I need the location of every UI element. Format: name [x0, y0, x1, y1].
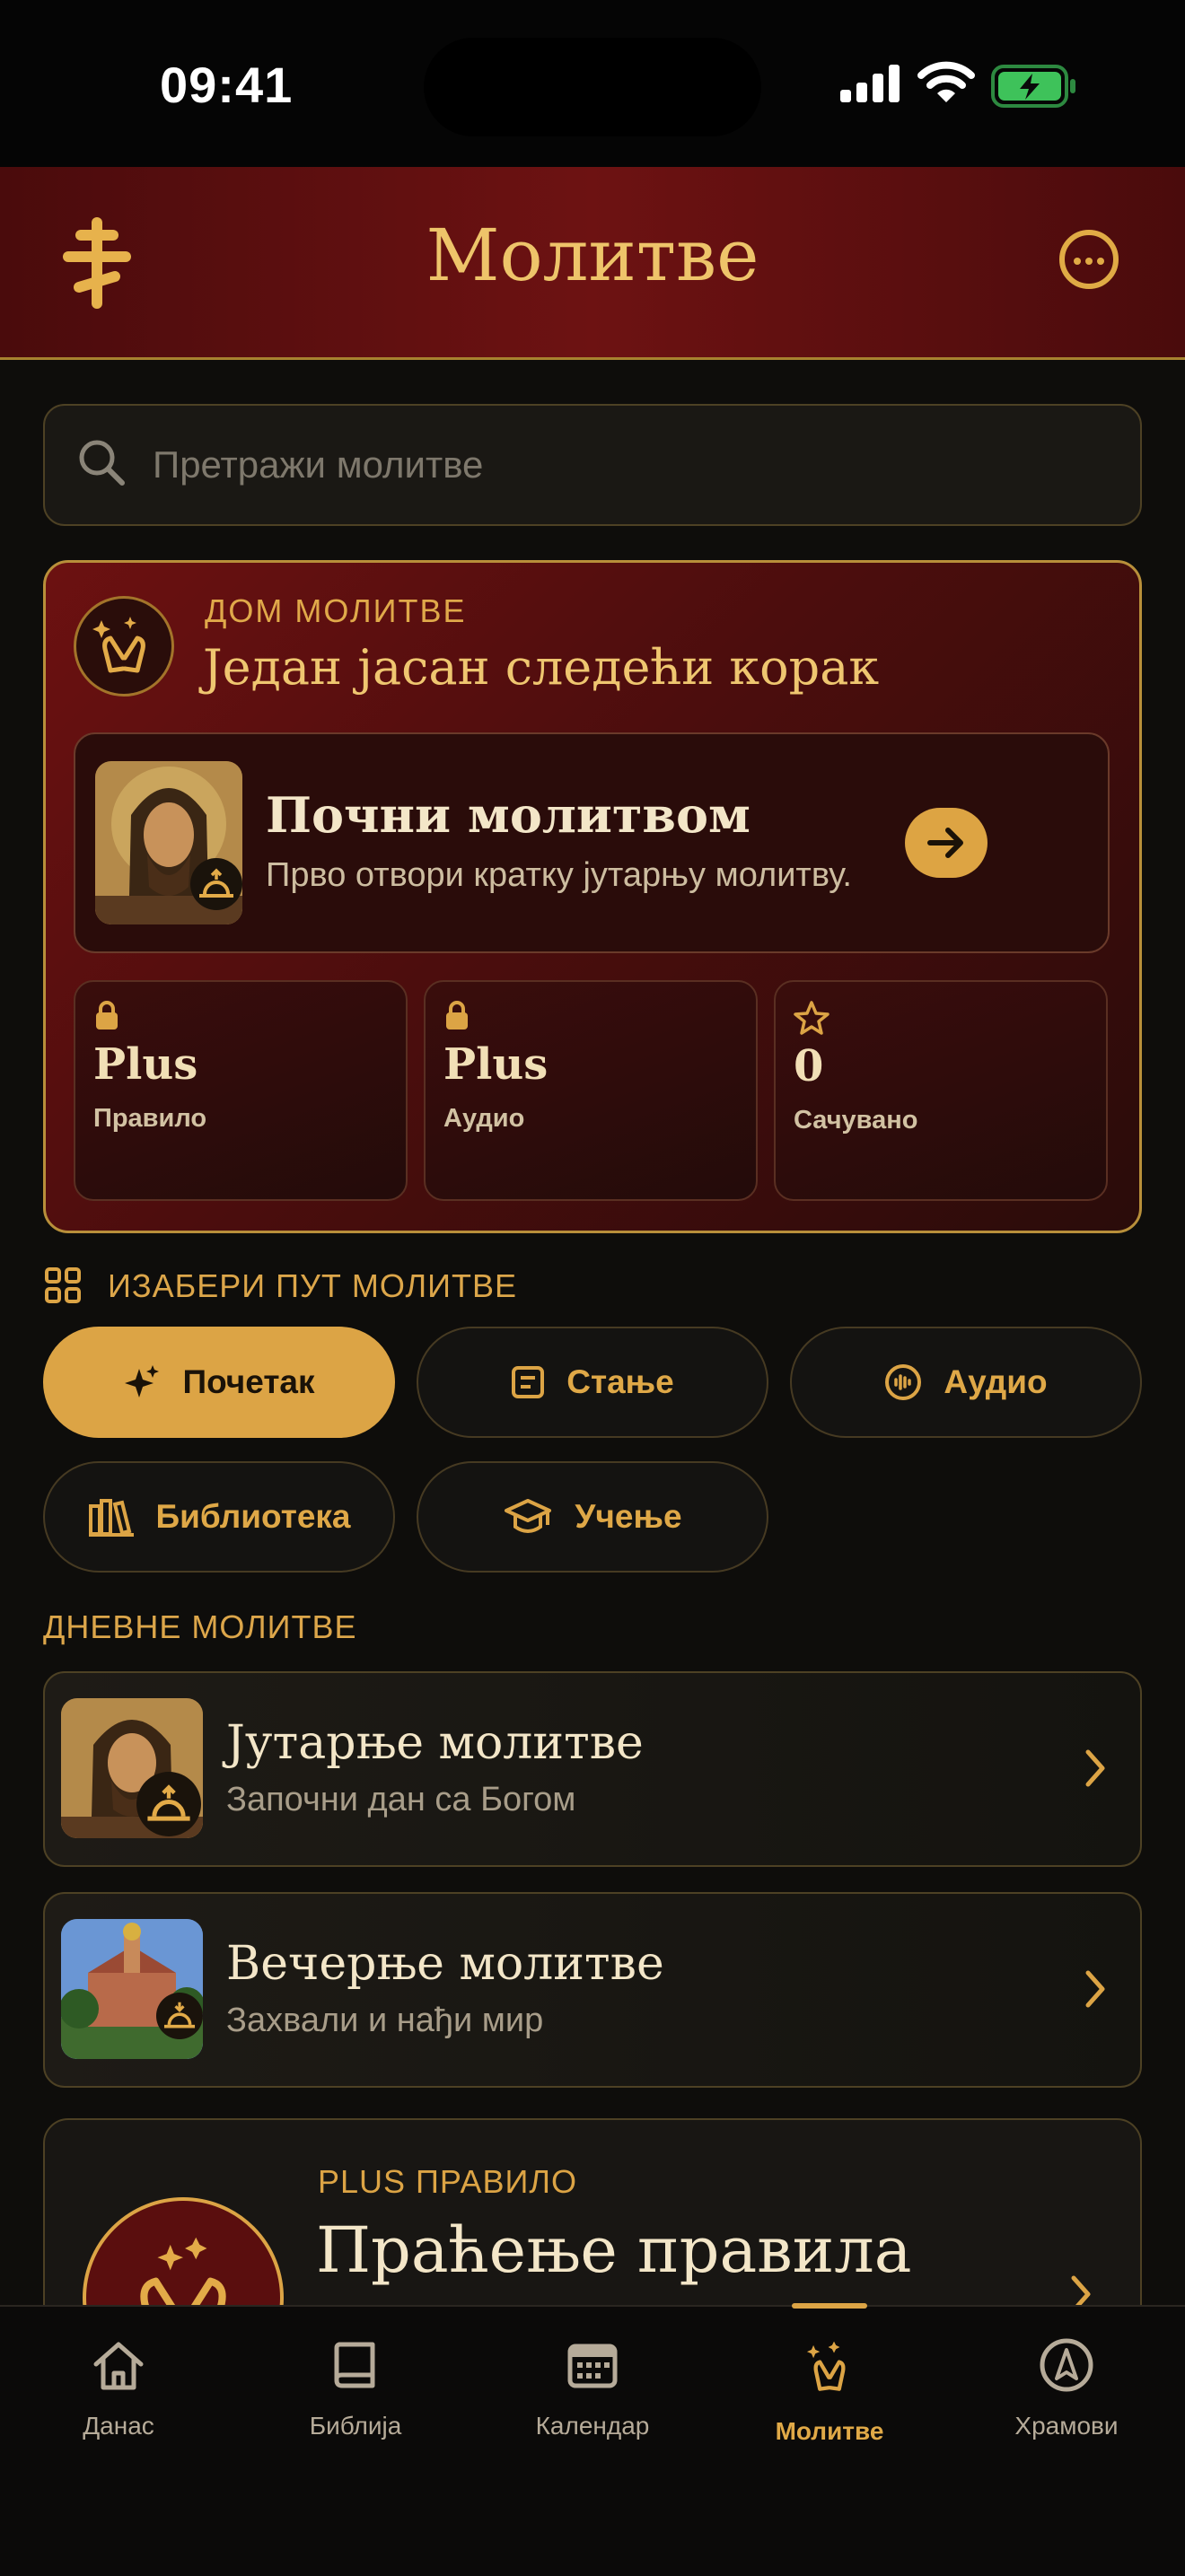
stat-audio[interactable]: [424, 980, 758, 1201]
lock-icon: [446, 1001, 468, 1030]
chevron-right-icon: [1085, 1970, 1105, 2008]
book-icon: [334, 2342, 375, 2388]
chip-state[interactable]: Стање: [417, 1327, 768, 1438]
stat-label: Сачувано: [794, 1106, 918, 1135]
tab-label: Календар: [535, 2412, 650, 2440]
chip-label: Аудио: [944, 1363, 1048, 1400]
sunset-badge: [156, 1993, 203, 2039]
chip-label: Библиотека: [155, 1498, 351, 1535]
tab-label: Храмови: [1014, 2412, 1119, 2440]
stat-value: 0: [794, 1041, 824, 1091]
sunrise-badge: [136, 1772, 201, 1836]
row-subtitle: Захвали и нађи мир: [226, 2002, 544, 2039]
compass-icon: [1040, 2338, 1093, 2392]
sunset-icon: [163, 2002, 196, 2028]
chip-audio[interactable]: Аудио: [790, 1327, 1142, 1438]
chip-label: Стање: [566, 1363, 674, 1400]
row-subtitle: Започни дан са Богом: [226, 1781, 576, 1818]
chip-library[interactable]: Библиотека: [43, 1461, 395, 1573]
cellular-signal-icon: [840, 65, 900, 102]
calendar-icon: [567, 2344, 618, 2388]
sunrise-badge: [190, 858, 242, 910]
star-icon: [794, 1001, 830, 1035]
sunrise-icon: [147, 1784, 190, 1821]
tab-prayers[interactable]: Молитве: [740, 2334, 919, 2446]
chip-learning[interactable]: Учење: [417, 1461, 768, 1573]
battery-charging-icon: [991, 65, 1075, 108]
stat-label: Правило: [93, 1104, 207, 1133]
praying-hands-icon: [806, 2341, 846, 2391]
sunrise-icon: [199, 868, 233, 898]
wifi-icon: [917, 61, 975, 102]
graduation-cap-icon: [505, 1499, 552, 1533]
books-icon: [88, 1499, 134, 1537]
hero-kicker: ДОМ МОЛИТВЕ: [205, 592, 467, 629]
tab-temples[interactable]: Храмови: [977, 2334, 1156, 2440]
chevron-right-icon: [1085, 1749, 1105, 1787]
tab-label: Библија: [309, 2412, 402, 2440]
stat-rule[interactable]: [74, 980, 408, 1201]
arrow-right-icon: [927, 828, 963, 858]
stat-label: Аудио: [443, 1104, 525, 1133]
chip-label: Учење: [575, 1498, 682, 1535]
search-placeholder: Претражи молитве: [153, 443, 484, 486]
dynamic-island: [424, 38, 761, 136]
page-title: Молитве: [426, 214, 759, 297]
more-options-button[interactable]: [1059, 230, 1119, 289]
stat-value: Plus: [93, 1039, 198, 1090]
plus-rule-kicker: PLUS ПРАВИЛО: [318, 2163, 578, 2200]
search-icon: [79, 440, 125, 486]
start-subtitle: Прво отвори кратку јутарњу молитву.: [266, 856, 852, 894]
chip-start[interactable]: Почетак: [43, 1327, 395, 1438]
tab-label: Данас: [83, 2412, 154, 2440]
paths-section-label: ИЗАБЕРИ ПУТ МОЛИТВЕ: [108, 1267, 517, 1304]
praying-hands-icon: [92, 617, 145, 673]
active-tab-indicator: [792, 2303, 867, 2309]
row-title: Вечерње молитве: [226, 1937, 664, 1991]
stat-value: Plus: [443, 1039, 549, 1090]
tab-calendar[interactable]: Календар: [503, 2334, 682, 2440]
tab-today[interactable]: Данас: [29, 2334, 208, 2440]
row-title: Јутарње молитве: [226, 1716, 644, 1770]
plus-rule-title: Праћење правила: [316, 2213, 912, 2287]
hero-title: Један јасан следећи корак: [203, 639, 880, 696]
praying-hands-badge: [74, 596, 174, 697]
audio-icon: [885, 1364, 922, 1400]
tab-label: Молитве: [775, 2417, 884, 2445]
lock-icon: [96, 1001, 118, 1030]
status-time: 09:41: [160, 57, 294, 113]
chip-label: Почетак: [182, 1363, 315, 1400]
home-icon: [93, 2342, 144, 2390]
daily-section-label: ДНЕВНЕ МОЛИТВЕ: [43, 1608, 357, 1645]
grid-icon: [45, 1267, 81, 1303]
start-title: Почни молитвом: [266, 786, 750, 844]
sparkle-icon: [125, 1365, 160, 1398]
note-icon: [512, 1366, 545, 1398]
start-arrow-button[interactable]: [905, 808, 988, 878]
tab-bible[interactable]: Библија: [266, 2334, 445, 2440]
